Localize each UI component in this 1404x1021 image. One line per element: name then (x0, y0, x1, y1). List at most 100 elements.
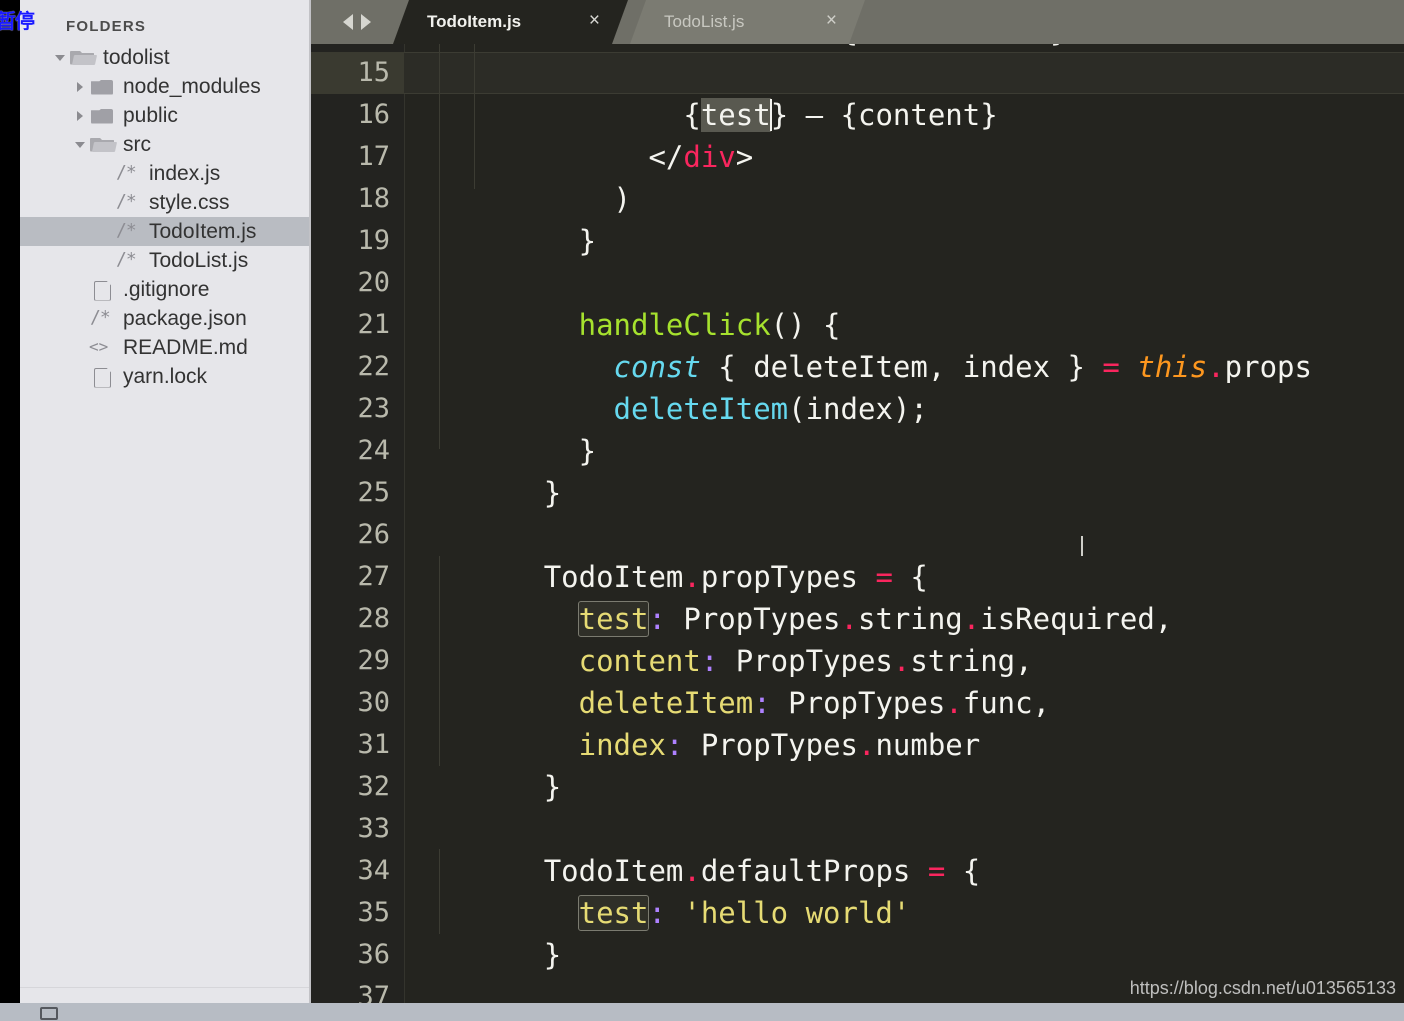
code-token-colon: : (665, 728, 684, 762)
chevron-right-icon[interactable] (72, 110, 88, 121)
code-token-operator: = (1102, 350, 1120, 384)
code-token: } (543, 770, 562, 804)
tab-close-icon[interactable]: × (826, 10, 837, 32)
chevron-down-glyph (55, 54, 65, 61)
sidebar-item-node-modules[interactable]: node_modules (20, 72, 311, 101)
tab-close-icon[interactable]: × (589, 10, 600, 32)
sidebar-item-index-js[interactable]: /* index.js (20, 159, 311, 188)
tab-label: TodoList.js (664, 12, 745, 31)
folders-header: FOLDERS (66, 18, 147, 35)
chevron-down-icon[interactable] (72, 141, 88, 148)
code-line-32[interactable] (404, 766, 544, 808)
code-line-24[interactable]: } (404, 430, 561, 510)
line-number: 31 (357, 729, 390, 760)
js-file-icon: /* (114, 190, 144, 214)
code-token: } (543, 938, 562, 972)
code-line-20[interactable]: handleClick() { (404, 262, 841, 342)
editor-pane: TodoItem.js × TodoList.js × 15 16 17 18 19 20… (311, 0, 1404, 1021)
code-line-26[interactable]: TodoItem.propTypes = { (404, 514, 928, 594)
code-token: props (1224, 350, 1312, 384)
code-token-this: this (1137, 350, 1208, 384)
code-line-31[interactable]: } (404, 724, 561, 804)
code-token: } (543, 476, 562, 510)
folder-open-icon (68, 47, 98, 69)
code-line-17[interactable]: ) (404, 136, 631, 216)
line-number: 27 (357, 561, 390, 592)
line-number-gutter: 15 16 17 18 19 20 21 22 23 24 25 26 27 28 29 30 31 32 33 34… (311, 44, 404, 1021)
chevron-right-icon[interactable] (72, 81, 88, 92)
sidebar-item-todolist[interactable]: todolist (20, 43, 311, 72)
code-token: {content} (840, 98, 998, 132)
code-line-25[interactable] (404, 472, 544, 514)
sidebar-item-label: TodoItem.js (149, 219, 257, 243)
code-line-18[interactable]: } (404, 178, 596, 258)
code-line-partial: <div className={'todo-item'}> (404, 44, 1085, 52)
code-line-16[interactable]: </div> (404, 94, 753, 174)
sidebar-item-todoitem-js[interactable]: /* TodoItem.js (20, 217, 311, 246)
code-token: { (945, 854, 981, 888)
code-line-22[interactable]: deleteItem(index); (404, 346, 928, 426)
js-file-glyph: /* (90, 306, 111, 328)
nav-forward-arrow-icon[interactable] (361, 14, 371, 30)
code-line-34[interactable]: test: 'hello world' (404, 850, 910, 931)
line-number: 23 (357, 393, 390, 424)
code-token-operator: = (927, 854, 946, 888)
code-token-dot: . (858, 728, 876, 762)
nav-back-arrow-icon[interactable] (343, 14, 353, 30)
code-token-tag: div (683, 140, 736, 174)
sidebar-item-yarn-lock[interactable]: yarn.lock (20, 362, 311, 391)
markdown-file-icon: <> (88, 337, 118, 359)
code-line-36[interactable] (404, 934, 544, 976)
match-highlight: test (577, 895, 650, 931)
code-line-33[interactable]: TodoItem.defaultProps = { (404, 808, 981, 888)
tab-todoitem[interactable]: TodoItem.js × (393, 0, 628, 44)
chevron-right-glyph (77, 81, 83, 92)
line-number: 34 (357, 855, 390, 886)
code-line-27[interactable]: test: PropTypes.string.isRequired, (404, 556, 1172, 637)
code-line-19[interactable] (404, 220, 544, 262)
sidebar-item--gitignore[interactable]: .gitignore (20, 275, 311, 304)
chevron-down-icon[interactable] (52, 54, 68, 61)
code-line-15[interactable]: {test} – {content} (404, 52, 998, 132)
code-line-23[interactable]: } (404, 388, 596, 468)
line-number: 33 (357, 813, 390, 844)
line-number: 21 (357, 309, 390, 340)
sidebar-item-todolist-js[interactable]: /* TodoList.js (20, 246, 311, 275)
code-token: <div className={'todo-item'}> (404, 44, 1085, 48)
sidebar-item-public[interactable]: public (20, 101, 311, 130)
sidebar-item-label: todolist (103, 45, 170, 69)
code-line-30[interactable]: index: PropTypes.number (404, 682, 981, 762)
code-token: } (543, 224, 597, 258)
sidebar-item-label: style.css (149, 190, 230, 214)
line-number: 22 (357, 351, 390, 382)
sidebar-item-package-json[interactable]: /* package.json (20, 304, 311, 333)
folder-open-icon (88, 134, 118, 156)
js-file-icon: /* (114, 248, 144, 272)
line-number: 15 (357, 57, 390, 88)
sidebar-item-readme-md[interactable]: <> README.md (20, 333, 311, 362)
code-token-key: index (578, 728, 666, 762)
js-file-glyph: /* (116, 248, 137, 270)
sidebar-item-style-css[interactable]: /* style.css (20, 188, 311, 217)
code-line-35[interactable]: } (404, 892, 561, 972)
code-line-21[interactable]: const { deleteItem, index } = this.props (404, 304, 1312, 384)
code-token-string: 'hello world' (665, 896, 911, 930)
code-line-29[interactable]: deleteItem: PropTypes.func, (404, 640, 1050, 720)
tab-todolist[interactable]: TodoList.js × (630, 0, 865, 44)
code-line-28[interactable]: content: PropTypes.string, (404, 598, 1033, 678)
file-tree: todolist node_modules public src/* index.js /… (20, 43, 311, 391)
code-token: PropTypes (683, 728, 858, 762)
js-file-glyph: /* (116, 161, 137, 183)
code-area[interactable]: <div className={'todo-item'}> {test} – {… (404, 44, 1404, 1021)
markdown-file-glyph: <> (89, 336, 109, 356)
tab-nav-arrows[interactable] (321, 0, 393, 44)
tab-bar: TodoItem.js × TodoList.js × (311, 0, 1404, 44)
sidebar-item-src[interactable]: src (20, 130, 311, 159)
mouse-cursor (1081, 536, 1083, 558)
js-file-glyph: /* (116, 190, 137, 212)
status-bar (0, 1003, 1404, 1021)
code-token: number (875, 728, 981, 762)
sidebar: FOLDERS todolist node_modules public src /* i… (20, 0, 311, 1021)
watermark-text: https://blog.csdn.net/u013565133 (1129, 978, 1396, 998)
